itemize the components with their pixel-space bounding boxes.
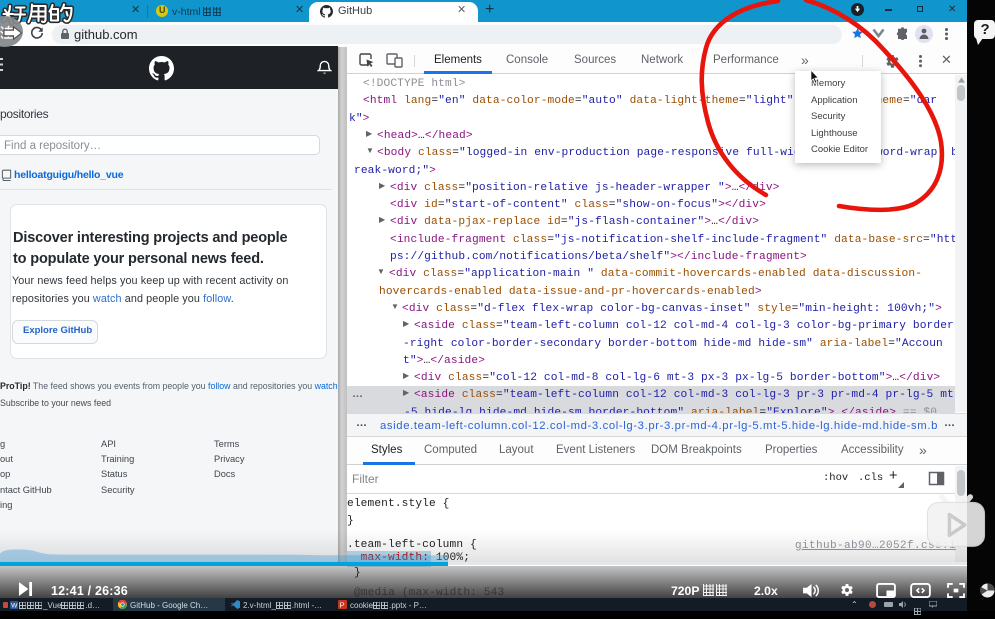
svg-text:P: P <box>340 601 345 610</box>
svg-text:W: W <box>11 602 18 608</box>
